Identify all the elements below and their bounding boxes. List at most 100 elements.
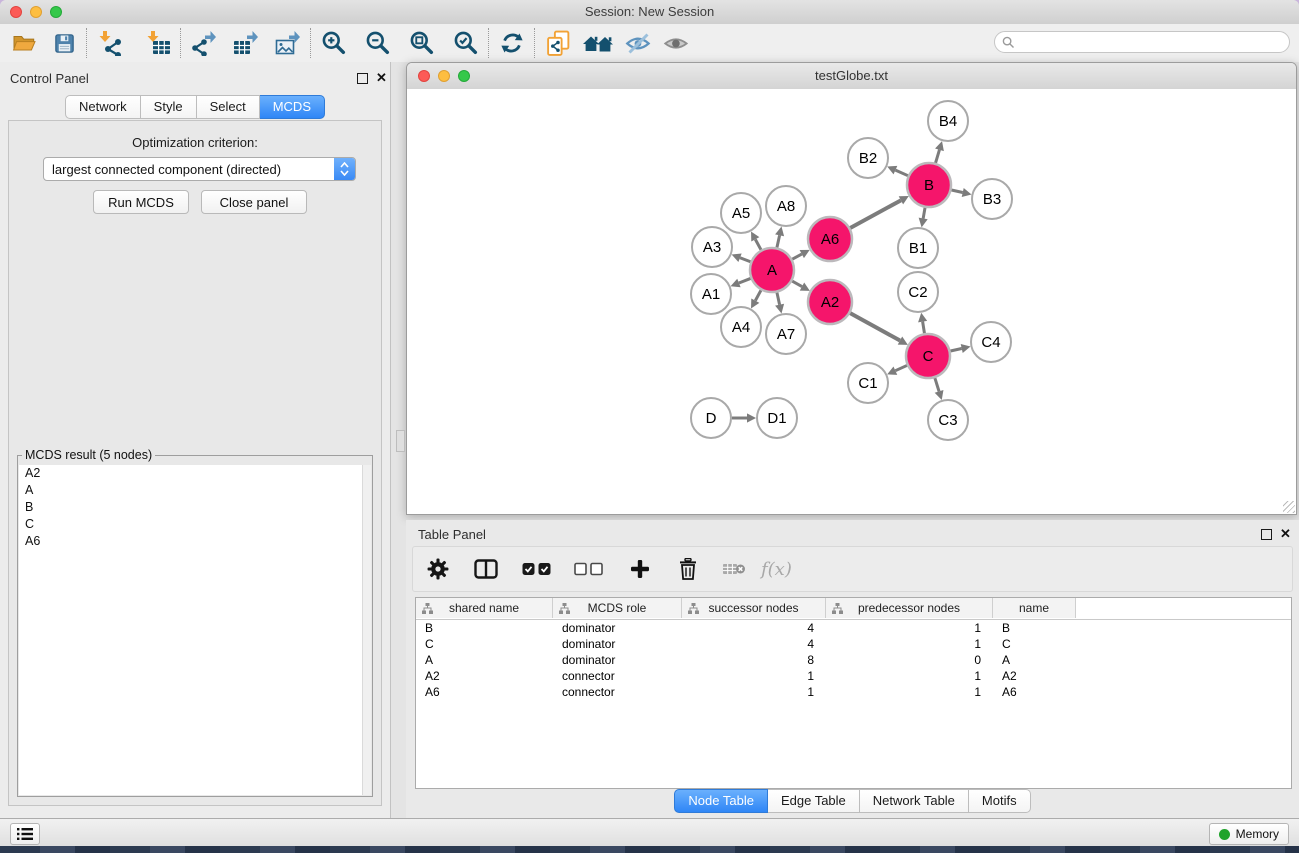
graph-edge-A-A1[interactable] xyxy=(739,278,751,283)
export-image-icon[interactable] xyxy=(274,29,302,57)
result-item[interactable]: A2 xyxy=(19,465,371,482)
graph-edge-A-A6[interactable] xyxy=(792,254,801,259)
mcds-result-list[interactable]: A2ABCA6 xyxy=(19,465,371,795)
save-session-icon[interactable] xyxy=(50,29,78,57)
graph-edge-B-B4[interactable] xyxy=(936,150,940,163)
tab-edge-table[interactable]: Edge Table xyxy=(768,789,860,813)
graph-node-B1[interactable]: B1 xyxy=(898,228,938,268)
result-item[interactable]: B xyxy=(19,499,371,516)
table-row[interactable]: A6connector11A6 xyxy=(416,684,1291,700)
graph-edge-A6-B[interactable] xyxy=(850,200,901,228)
network-canvas[interactable]: B4 B2 B B3 A8A5 A6 A3 B1 A C2 A1 A2 A4A7 C4 C C1 D D1 C3 xyxy=(407,89,1296,514)
search-field[interactable] xyxy=(994,31,1290,53)
graph-node-C3[interactable]: C3 xyxy=(928,400,968,440)
export-network-icon[interactable] xyxy=(190,29,218,57)
gear-icon[interactable] xyxy=(421,552,455,586)
close-panel-button[interactable]: Close panel xyxy=(201,190,307,214)
graph-node-C2[interactable]: C2 xyxy=(898,272,938,312)
graph-edge-A-A5[interactable] xyxy=(755,239,761,249)
column-header-shared-name[interactable]: shared name xyxy=(416,598,553,618)
zoom-fit-icon[interactable] xyxy=(408,29,436,57)
graph-node-A5[interactable]: A5 xyxy=(721,193,761,233)
tab-motifs[interactable]: Motifs xyxy=(969,789,1031,813)
zoom-in-icon[interactable] xyxy=(320,29,348,57)
result-item[interactable]: A xyxy=(19,482,371,499)
graph-node-A2[interactable]: A2 xyxy=(808,280,852,324)
graph-node-B3[interactable]: B3 xyxy=(972,179,1012,219)
graph-edge-C-C2[interactable] xyxy=(923,322,925,334)
resize-handle[interactable] xyxy=(1283,501,1295,513)
tab-network-table[interactable]: Network Table xyxy=(860,789,969,813)
graph-node-D1[interactable]: D1 xyxy=(757,398,797,438)
search-input[interactable] xyxy=(1019,33,1289,51)
graph-edge-A-A7[interactable] xyxy=(777,292,780,304)
close-panel-icon[interactable]: ✕ xyxy=(1280,526,1291,542)
column-header-successor-nodes[interactable]: successor nodes xyxy=(682,598,826,618)
import-table-icon[interactable] xyxy=(144,29,172,57)
tab-select[interactable]: Select xyxy=(197,95,260,119)
zoom-selected-icon[interactable] xyxy=(452,29,480,57)
column-header-MCDS-role[interactable]: MCDS role xyxy=(553,598,682,618)
scrollbar[interactable] xyxy=(362,465,371,795)
graph-edge-A-A3[interactable] xyxy=(740,258,751,262)
import-network-icon[interactable] xyxy=(96,29,124,57)
column-header-predecessor-nodes[interactable]: predecessor nodes xyxy=(826,598,993,618)
graph-edge-A-A4[interactable] xyxy=(755,290,761,300)
graph-node-A[interactable]: A xyxy=(750,248,794,292)
export-table-icon[interactable] xyxy=(232,29,260,57)
panel-divider-grip[interactable] xyxy=(396,430,405,452)
criterion-dropdown[interactable]: largest connected component (directed) xyxy=(43,157,356,181)
node-table[interactable]: shared nameMCDS rolesuccessor nodesprede… xyxy=(415,597,1292,789)
open-file-icon[interactable] xyxy=(10,29,38,57)
graph-edge-B-B1[interactable] xyxy=(923,208,925,219)
table-row[interactable]: Bdominator41B xyxy=(416,620,1291,636)
tab-network[interactable]: Network xyxy=(65,95,141,119)
run-mcds-button[interactable]: Run MCDS xyxy=(93,190,189,214)
graph-node-A7[interactable]: A7 xyxy=(766,314,806,354)
refresh-icon[interactable] xyxy=(498,29,526,57)
graph-edge-B-B2[interactable] xyxy=(895,170,908,176)
tab-mcds[interactable]: MCDS xyxy=(260,95,325,119)
home-icon[interactable] xyxy=(580,29,616,57)
unselect-all-icon[interactable] xyxy=(569,552,609,586)
table-row[interactable]: Adominator80A xyxy=(416,652,1291,668)
task-history-button[interactable] xyxy=(10,823,40,845)
result-item[interactable]: C xyxy=(19,516,371,533)
graph-edge-A-A2[interactable] xyxy=(792,281,802,286)
float-panel-icon[interactable] xyxy=(357,73,368,84)
graph-node-C4[interactable]: C4 xyxy=(971,322,1011,362)
duplicate-network-icon[interactable] xyxy=(544,29,572,57)
close-panel-icon[interactable]: ✕ xyxy=(376,70,387,86)
graph-edge-A-A8[interactable] xyxy=(777,235,780,247)
graph-node-A4[interactable]: A4 xyxy=(721,307,761,347)
delete-icon[interactable] xyxy=(671,552,705,586)
table-row[interactable]: A2connector11A2 xyxy=(416,668,1291,684)
float-panel-icon[interactable] xyxy=(1261,529,1272,540)
add-icon[interactable] xyxy=(623,552,657,586)
show-columns-icon[interactable] xyxy=(469,552,503,586)
graph-node-A3[interactable]: A3 xyxy=(692,227,732,267)
graph-edge-C-C4[interactable] xyxy=(950,349,961,352)
graph-node-B[interactable]: B xyxy=(907,163,951,207)
memory-button[interactable]: Memory xyxy=(1209,823,1289,845)
tab-style[interactable]: Style xyxy=(141,95,197,119)
graph-edge-C-C3[interactable] xyxy=(935,378,939,391)
graph-node-A6[interactable]: A6 xyxy=(808,217,852,261)
table-row[interactable]: Cdominator41C xyxy=(416,636,1291,652)
hide-graphics-icon[interactable] xyxy=(624,29,652,57)
graph-node-B2[interactable]: B2 xyxy=(848,138,888,178)
graph-node-C1[interactable]: C1 xyxy=(848,363,888,403)
graph-node-B4[interactable]: B4 xyxy=(928,101,968,141)
network-window-titlebar[interactable]: testGlobe.txt xyxy=(407,63,1296,90)
graph-node-C[interactable]: C xyxy=(906,334,950,378)
tab-node-table[interactable]: Node Table xyxy=(674,789,768,813)
graph-node-A1[interactable]: A1 xyxy=(691,274,731,314)
graph-edge-C-C1[interactable] xyxy=(895,365,907,370)
graph-node-D[interactable]: D xyxy=(691,398,731,438)
column-header-name[interactable]: name xyxy=(993,598,1076,618)
result-item[interactable]: A6 xyxy=(19,533,371,550)
graph-edge-B-B3[interactable] xyxy=(951,190,962,193)
select-all-icon[interactable] xyxy=(517,552,557,586)
show-graphics-icon[interactable] xyxy=(662,29,690,57)
graph-node-A8[interactable]: A8 xyxy=(766,186,806,226)
